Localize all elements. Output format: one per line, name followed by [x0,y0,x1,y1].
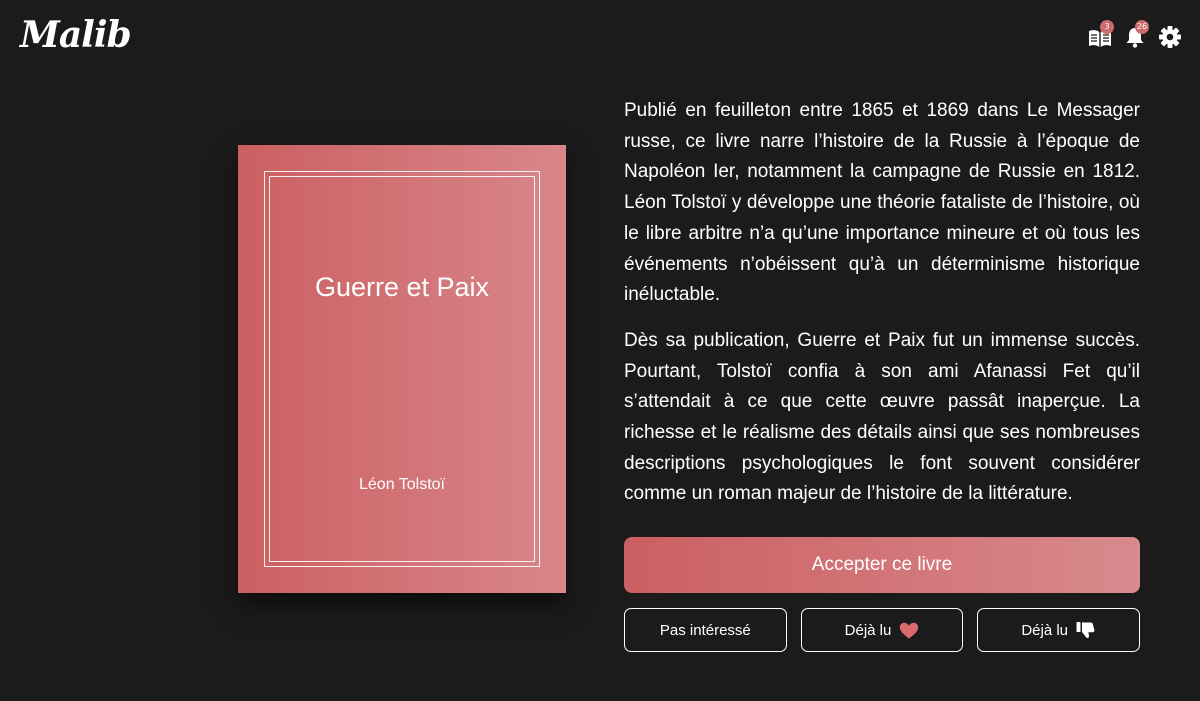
description-paragraph: Dès sa publication, Guerre et Paix fut u… [624,329,1140,505]
secondary-actions: Pas intéressé Déjà lu Déjà lu [624,608,1141,652]
gear-icon [1159,26,1181,48]
already-read-disliked-button[interactable]: Déjà lu [977,608,1141,652]
accept-book-button[interactable]: Accepter ce livre [624,537,1140,593]
header-actions: 3 26 [1088,20,1182,48]
description-paragraph: Publié en feuilleton entre 1865 et 1869 … [624,100,1140,306]
library-button[interactable]: 3 [1088,20,1114,48]
already-read-liked-button[interactable]: Déjà lu [800,608,964,652]
cover-frame-inner [269,176,535,562]
book-description: Publié en feuilleton entre 1865 et 1869 … [624,96,1140,510]
accept-book-label: Accepter ce livre [811,554,953,575]
app-logo[interactable]: Malib [20,10,132,60]
already-read-disliked-label: Déjà lu [1021,621,1069,639]
cover-frame-outer [264,171,540,567]
settings-button[interactable] [1158,20,1182,48]
book-cover: Guerre et Paix Léon Tolstoï [238,145,566,593]
cover-author: Léon Tolstoï [359,476,445,493]
library-badge: 3 [1100,20,1114,34]
cover-title: Guerre et Paix [314,272,490,302]
notifications-badge: 26 [1135,20,1149,34]
heart-icon [900,622,919,638]
thumbs-down-icon [1076,622,1095,638]
already-read-liked-label: Déjà lu [844,621,892,639]
not-interested-label: Pas intéressé [659,621,751,639]
notifications-button[interactable]: 26 [1123,20,1149,48]
not-interested-button[interactable]: Pas intéressé [624,608,787,652]
